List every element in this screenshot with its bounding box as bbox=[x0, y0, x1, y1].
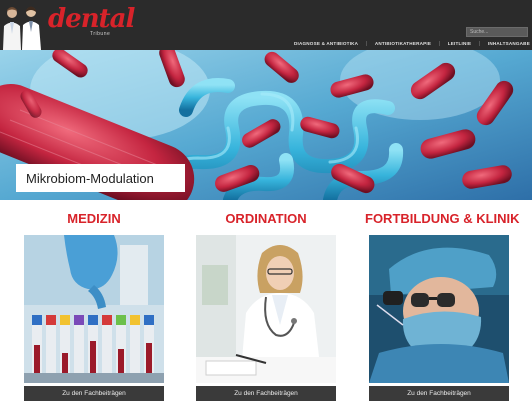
view-articles-button[interactable]: Zu den Fachbeiträgen bbox=[196, 386, 336, 401]
site-header: dental Tribune Suche... DIAGNOSE & ANTIB… bbox=[0, 0, 532, 50]
search-input[interactable]: Suche... bbox=[466, 27, 528, 37]
main-navigation: DIAGNOSE & ANTIBIOTIKA | ANTIBIOTIKATHER… bbox=[294, 40, 530, 47]
nav-separator: | bbox=[438, 40, 441, 47]
hero-banner[interactable]: Mikrobiom-Modulation bbox=[0, 50, 532, 200]
nav-separator: | bbox=[478, 40, 481, 47]
nav-item-therapie[interactable]: ANTIBIOTIKATHERAPIE bbox=[375, 41, 431, 46]
nav-item-diagnose[interactable]: DIAGNOSE & ANTIBIOTIKA bbox=[294, 41, 358, 46]
logo-subtitle: Tribune bbox=[90, 31, 111, 37]
nav-separator: | bbox=[365, 40, 368, 47]
hero-caption[interactable]: Mikrobiom-Modulation bbox=[16, 164, 185, 192]
category-image-doctor[interactable] bbox=[196, 235, 336, 383]
category-image-lab[interactable] bbox=[24, 235, 164, 383]
site-logo[interactable]: dental Tribune bbox=[0, 0, 135, 50]
nav-item-inhaltsangabe[interactable]: INHALTSANGABE bbox=[488, 41, 530, 46]
category-title[interactable]: FORTBILDUNG & KLINIK bbox=[365, 211, 520, 226]
doctor-photo bbox=[196, 235, 336, 383]
category-image-surgeon[interactable] bbox=[369, 235, 509, 383]
view-articles-button[interactable]: Zu den Fachbeiträgen bbox=[24, 386, 164, 401]
doctors-logo-image bbox=[0, 0, 46, 50]
surgeon-photo bbox=[369, 235, 509, 383]
view-articles-button[interactable]: Zu den Fachbeiträgen bbox=[369, 386, 509, 401]
category-title[interactable]: ORDINATION bbox=[192, 211, 340, 226]
logo-wordmark: dental bbox=[48, 4, 135, 34]
nav-item-leitlinie[interactable]: LEITLINIE bbox=[448, 41, 472, 46]
category-title[interactable]: MEDIZIN bbox=[20, 211, 168, 226]
lab-photo bbox=[24, 235, 164, 383]
